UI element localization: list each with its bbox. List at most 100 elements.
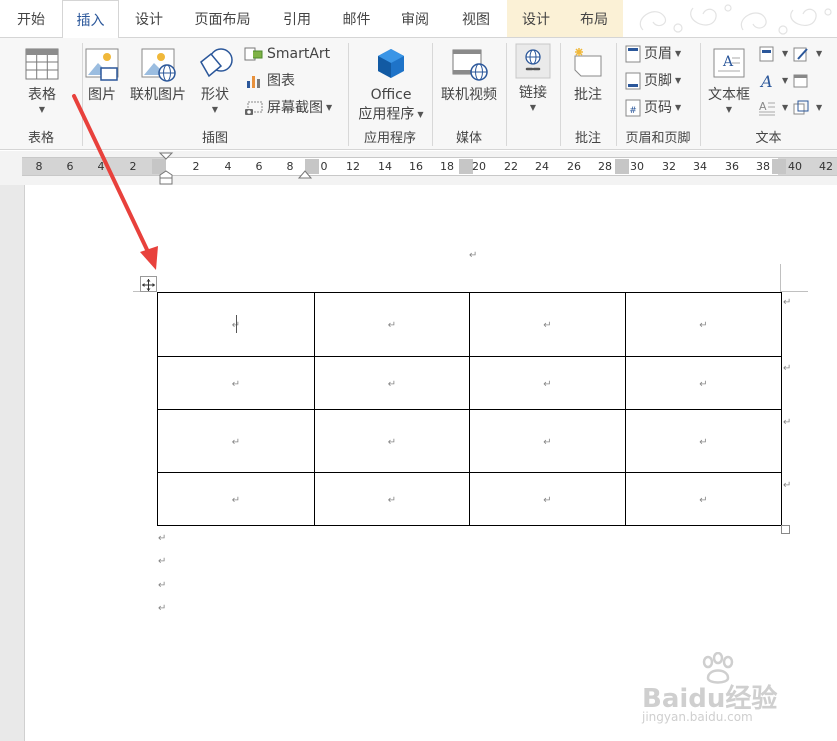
table-resize-handle[interactable] [781, 525, 790, 534]
table-cell[interactable]: ↵ [625, 356, 782, 410]
quick-parts-button[interactable]: ▼ [758, 43, 788, 65]
wordart-button[interactable]: A ▼ [758, 70, 788, 92]
link-button[interactable]: 链接 ▼ [510, 42, 556, 113]
smartart-label: SmartArt [267, 46, 331, 62]
right-indent-marker-icon[interactable] [298, 169, 312, 179]
table-cell[interactable]: ↵ [469, 292, 626, 357]
document-table[interactable]: ↵ ↵ ↵ ↵ ↵ ↵ ↵ ↵ ↵ ↵ ↵ ↵ ↵ ↵ ↵ ↵ [157, 292, 782, 526]
smartart-button[interactable]: SmartArt [244, 43, 330, 65]
cell-end-mark: ↵ [543, 320, 552, 331]
wordart-icon: A [759, 72, 773, 91]
comment-button[interactable]: 批注 [564, 46, 612, 105]
online-picture-button[interactable]: 联机图片 [126, 46, 190, 105]
tab-references[interactable]: 引用 [266, 0, 328, 37]
footer-icon [625, 72, 641, 90]
table-cell[interactable]: ↵ [157, 472, 315, 526]
online-picture-button-label: 联机图片 [130, 87, 186, 103]
ruler-number: 12 [346, 160, 360, 173]
picture-icon [85, 48, 119, 81]
group-label-media: 媒体 [455, 131, 482, 146]
ruler-number: 42 [819, 160, 833, 173]
group-label-text: 文本 [755, 131, 782, 146]
tab-table-layout[interactable]: 布局 [565, 0, 623, 37]
table-button-label: 表格 [28, 87, 56, 103]
chevron-down-icon: ▼ [211, 105, 219, 114]
table-cell[interactable]: ↵ [314, 472, 470, 526]
table-row: ↵ ↵ ↵ ↵ [157, 292, 782, 357]
chart-icon [247, 76, 260, 88]
chart-label: 图表 [267, 73, 295, 89]
cell-end-mark: ↵ [699, 436, 708, 448]
table-cell[interactable]: ↵ [625, 409, 782, 473]
ruler-number: 4 [224, 160, 232, 173]
table-move-handle[interactable] [140, 276, 157, 292]
new-comment-icon [574, 48, 602, 77]
office-apps-icon [378, 49, 404, 78]
cell-end-mark: ↵ [543, 378, 552, 390]
textbox-label: 文本框 [708, 87, 750, 103]
object-button[interactable]: ▼ [792, 97, 822, 119]
tab-insert[interactable]: 插入 [62, 0, 119, 38]
table-button[interactable]: 表格 ▼ [14, 46, 70, 115]
office-apps-button[interactable]: Office 应用程序 ▼ [352, 46, 430, 125]
table-cell[interactable]: ↵ [314, 356, 470, 410]
group-label-table: 表格 [27, 131, 54, 146]
cell-end-mark: ↵ [231, 494, 241, 506]
table-cell[interactable]: ↵ [469, 472, 626, 526]
tab-review[interactable]: 审阅 [385, 0, 445, 37]
group-divider [506, 43, 507, 146]
tab-home[interactable]: 开始 [0, 0, 62, 37]
table-cell[interactable]: ↵ [157, 356, 315, 410]
tab-view[interactable]: 视图 [445, 0, 507, 37]
textbox-button[interactable]: A 文本框 ▼ [704, 46, 754, 115]
svg-text:#: # [629, 106, 637, 116]
online-video-button[interactable]: 联机视频 [436, 46, 502, 105]
tab-design[interactable]: 设计 [119, 0, 179, 37]
tab-page-layout[interactable]: 页面布局 [179, 0, 266, 37]
cell-end-mark: ↵ [699, 378, 708, 390]
signature-line-button[interactable]: ▼ [792, 43, 822, 65]
tab-table-design[interactable]: 设计 [507, 0, 565, 37]
chevron-down-icon: ▼ [38, 105, 46, 114]
footer-label: 页脚 [644, 73, 672, 89]
ruler-number: 8 [35, 160, 43, 173]
margin-corner-mark [780, 264, 781, 292]
table-cell[interactable]: ↵ [157, 409, 315, 473]
ruler-number: 2 [129, 160, 137, 173]
ruler-number: 32 [662, 160, 676, 173]
text-caret [236, 315, 237, 333]
group-label-illustrations: 插图 [201, 131, 228, 146]
page-number-button[interactable]: # 页码 ▼ [625, 97, 681, 119]
table-cell[interactable]: ↵ [314, 409, 470, 473]
paragraph-mark: ↵ [158, 556, 167, 567]
cell-end-mark: ↵ [231, 436, 241, 448]
header-icon [625, 45, 641, 63]
date-time-button[interactable] [792, 70, 813, 92]
drop-cap-button[interactable]: A ▼ [758, 97, 788, 119]
screenshot-button[interactable]: 屏幕截图 ▼ [244, 97, 332, 119]
table-cell[interactable]: ↵ [625, 292, 782, 357]
table-cell[interactable]: ↵ [469, 409, 626, 473]
table-cell[interactable]: ↵ [625, 472, 782, 526]
row-end-mark: ↵ [783, 480, 792, 491]
cell-end-mark: ↵ [387, 378, 397, 390]
baidu-watermark: Baidu经验 jingyan.baidu.com [636, 652, 796, 727]
table-cell[interactable]: ↵ [469, 356, 626, 410]
paragraph-mark: ↵ [158, 580, 167, 591]
table-cell[interactable]: ↵ [314, 292, 470, 357]
table-row: ↵ ↵ ↵ ↵ [157, 409, 782, 473]
ruler-number: 4 [97, 160, 105, 173]
cell-end-mark: ↵ [387, 320, 397, 331]
horizontal-ruler[interactable]: 8 6 4 2 2 4 6 8 0 12 14 16 18 20 22 24 26 28 30 32 34 36 38 40 4… [22, 157, 837, 176]
footer-button[interactable]: 页脚 ▼ [625, 70, 681, 92]
indent-marker-icon[interactable] [158, 151, 174, 185]
tab-mailings[interactable]: 邮件 [328, 0, 385, 37]
header-button[interactable]: 页眉 ▼ [625, 43, 681, 65]
chart-button[interactable]: 图表 [244, 70, 295, 92]
ruler-number: 20 [472, 160, 486, 173]
shapes-button[interactable]: 形状 ▼ [193, 46, 237, 115]
ruler-number: 0 [320, 160, 328, 173]
picture-button[interactable]: 图片 [80, 46, 124, 105]
signature-line-icon [793, 47, 808, 62]
page-number-label: 页码 [644, 100, 672, 116]
